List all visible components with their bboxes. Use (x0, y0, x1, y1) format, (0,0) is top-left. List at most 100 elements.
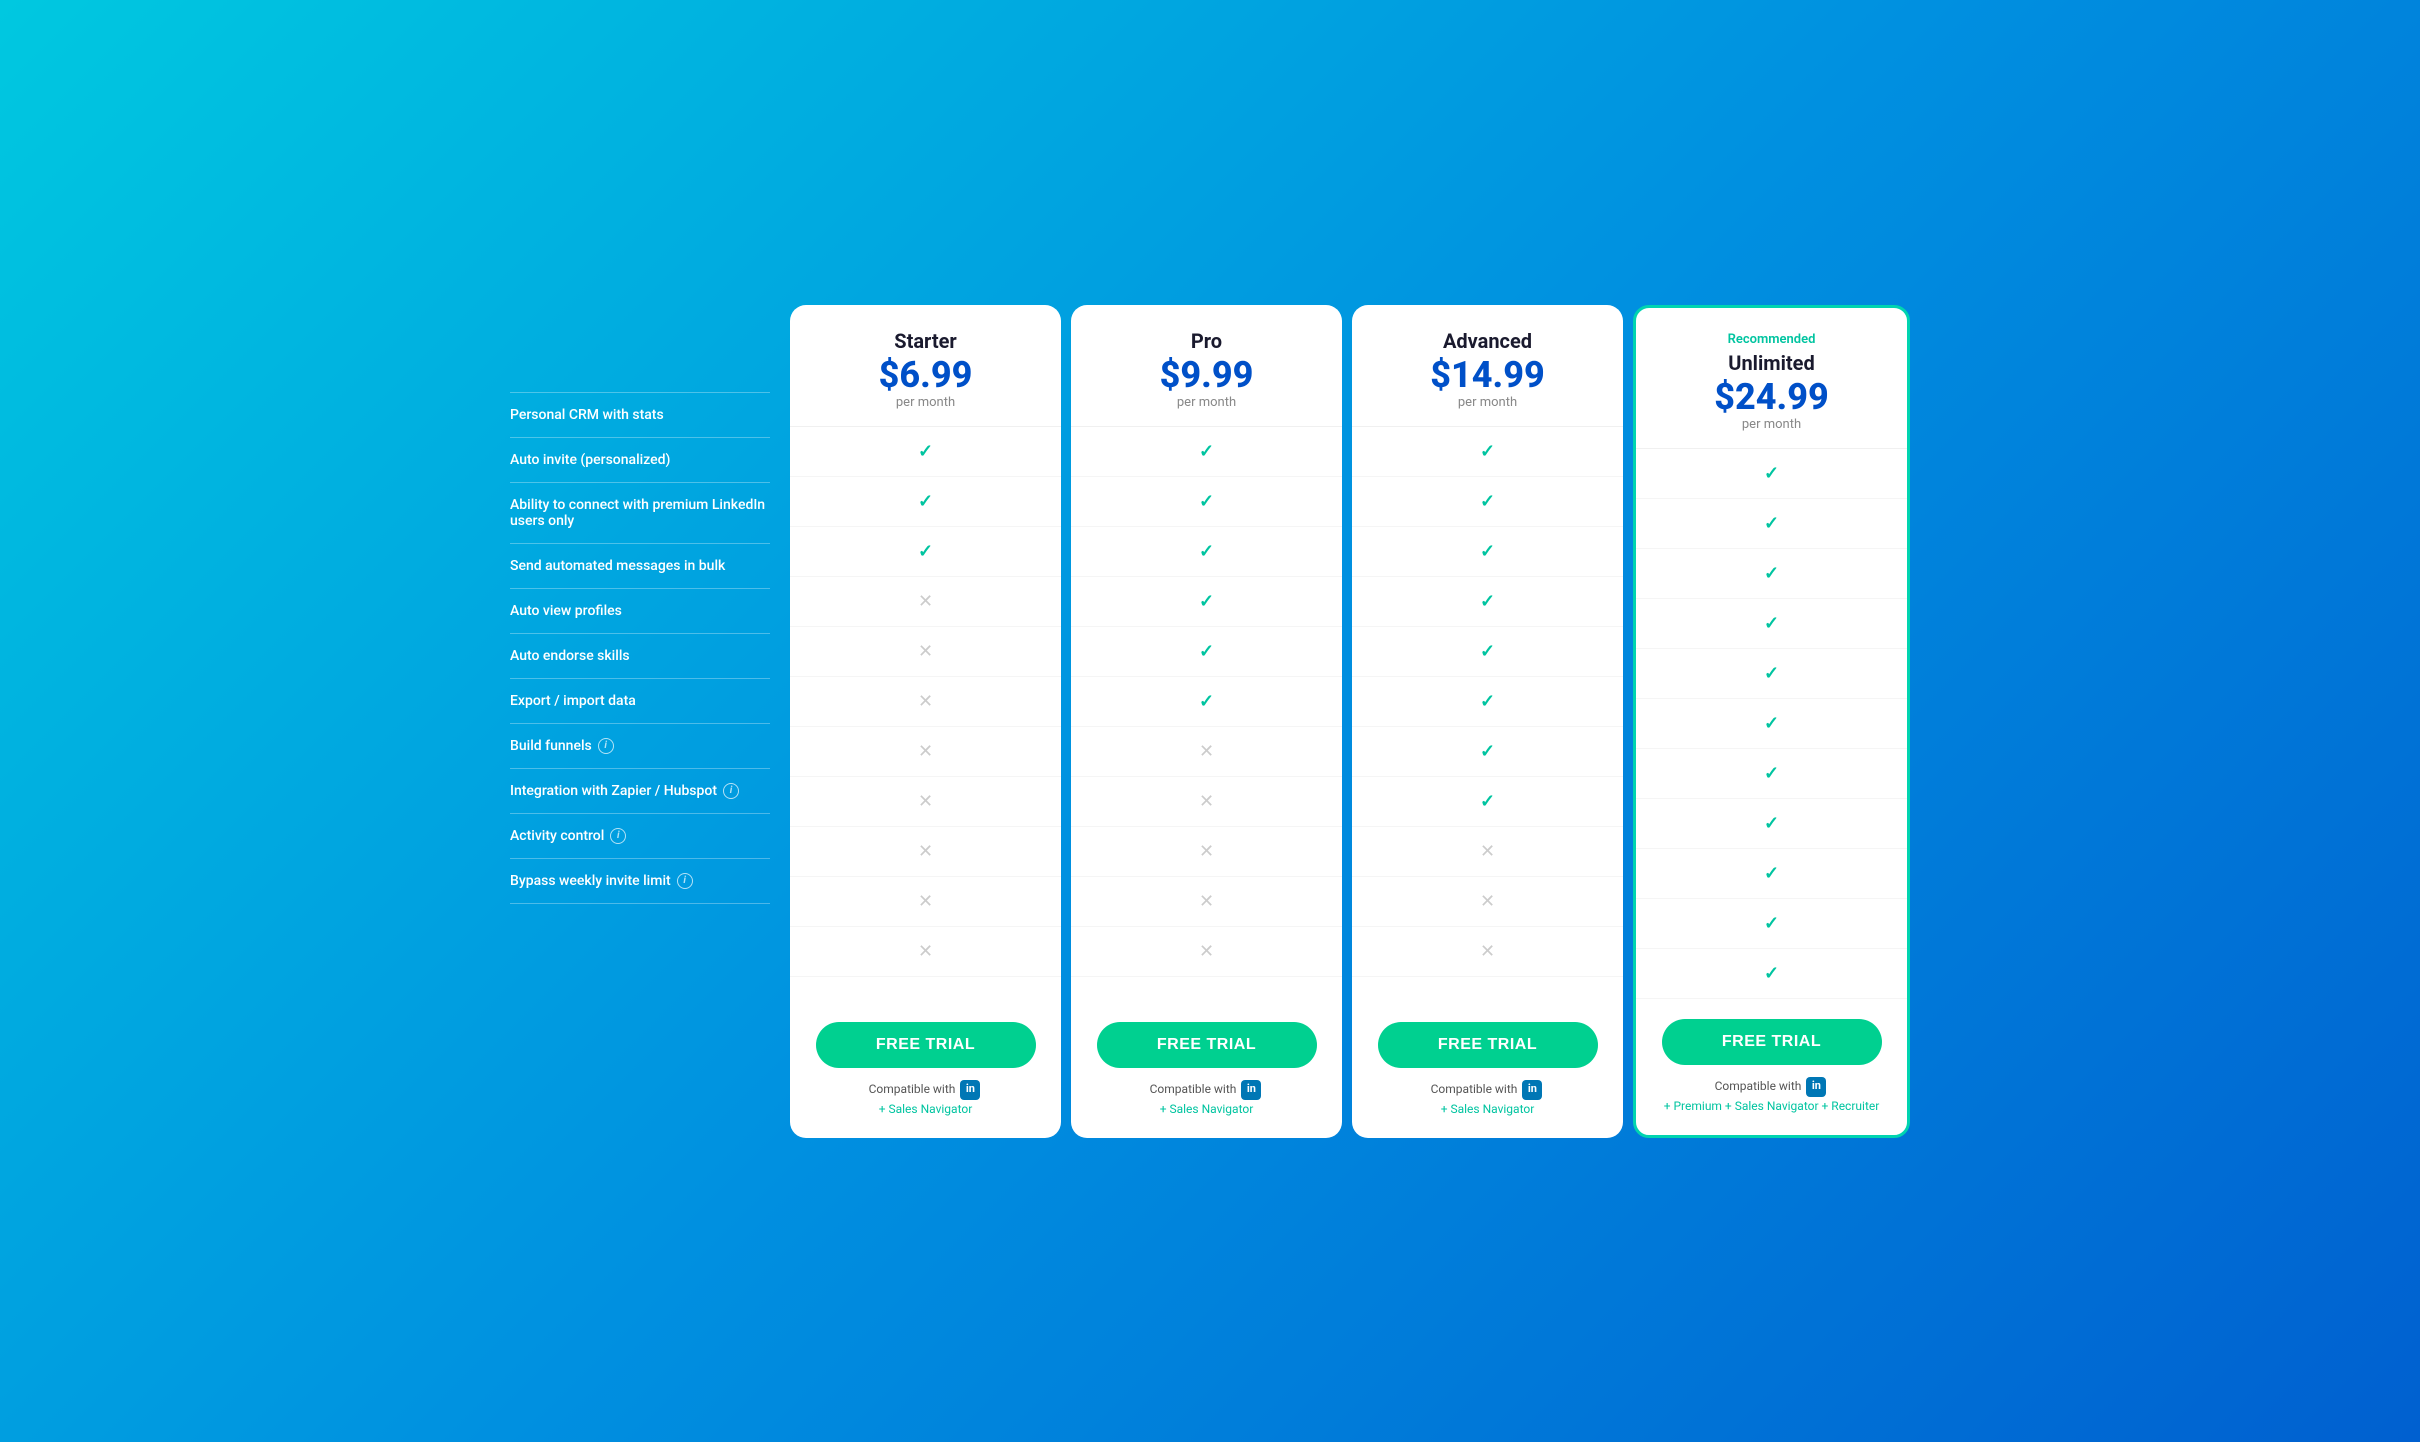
cross-icon: ✕ (918, 941, 933, 962)
feature-cell-advanced-0: ✓ (1352, 427, 1623, 477)
feature-item: Ability to connect with premium LinkedIn… (510, 483, 770, 544)
info-icon[interactable]: i (610, 828, 626, 844)
check-icon: ✓ (1199, 641, 1214, 662)
plan-price-pro: $9.99 (1087, 357, 1326, 393)
check-icon: ✓ (1764, 763, 1779, 784)
feature-cell-starter-10: ✕ (790, 927, 1061, 977)
free-trial-button-starter[interactable]: FREE TRIAL (816, 1022, 1036, 1068)
plan-footer-unlimited: FREE TRIAL Compatible with in+ Premium + … (1636, 999, 1907, 1135)
feature-cell-starter-2: ✓ (790, 527, 1061, 577)
plan-header-starter: Starter$6.99per month (790, 305, 1061, 427)
plan-name-starter: Starter (806, 329, 1045, 353)
cross-icon: ✕ (1199, 741, 1214, 762)
check-icon: ✓ (1199, 491, 1214, 512)
plan-header-pro: Pro$9.99per month (1071, 305, 1342, 427)
cross-icon: ✕ (918, 791, 933, 812)
compat-text-pro: Compatible with in+ Sales Navigator (1150, 1080, 1264, 1118)
cross-icon: ✕ (918, 691, 933, 712)
linkedin-icon: in (1241, 1080, 1261, 1100)
feature-cell-unlimited-10: ✓ (1636, 949, 1907, 999)
compat-extra-label: + Sales Navigator (869, 1100, 983, 1118)
feature-cell-advanced-10: ✕ (1352, 927, 1623, 977)
feature-cell-advanced-1: ✓ (1352, 477, 1623, 527)
feature-cell-advanced-8: ✕ (1352, 827, 1623, 877)
plan-period-unlimited: per month (1652, 417, 1891, 432)
feature-cell-starter-0: ✓ (790, 427, 1061, 477)
feature-label: Integration with Zapier / Hubspot (510, 783, 717, 799)
feature-cell-advanced-4: ✓ (1352, 627, 1623, 677)
plan-period-advanced: per month (1368, 395, 1607, 410)
free-trial-button-unlimited[interactable]: FREE TRIAL (1662, 1019, 1882, 1065)
plan-features-advanced: ✓✓✓✓✓✓✓✓✕✕✕ (1352, 427, 1623, 1002)
check-icon: ✓ (1199, 591, 1214, 612)
feature-cell-starter-1: ✓ (790, 477, 1061, 527)
feature-item: Export / import data (510, 679, 770, 724)
feature-cell-pro-3: ✓ (1071, 577, 1342, 627)
feature-item: Auto view profiles (510, 589, 770, 634)
linkedin-icon: in (1806, 1077, 1826, 1097)
free-trial-button-advanced[interactable]: FREE TRIAL (1378, 1022, 1598, 1068)
info-icon[interactable]: i (723, 783, 739, 799)
feature-cell-pro-6: ✕ (1071, 727, 1342, 777)
feature-cell-pro-10: ✕ (1071, 927, 1342, 977)
free-trial-button-pro[interactable]: FREE TRIAL (1097, 1022, 1317, 1068)
feature-cell-pro-1: ✓ (1071, 477, 1342, 527)
feature-cell-unlimited-2: ✓ (1636, 549, 1907, 599)
cross-icon: ✕ (1199, 941, 1214, 962)
feature-cell-unlimited-8: ✓ (1636, 849, 1907, 899)
feature-cell-unlimited-9: ✓ (1636, 899, 1907, 949)
compat-main-label: Compatible with (869, 1082, 959, 1096)
check-icon: ✓ (1480, 491, 1495, 512)
cross-icon: ✕ (1480, 841, 1495, 862)
check-icon: ✓ (1199, 691, 1214, 712)
feature-cell-pro-4: ✓ (1071, 627, 1342, 677)
check-icon: ✓ (1764, 663, 1779, 684)
plan-price-advanced: $14.99 (1368, 357, 1607, 393)
plans-grid: Starter$6.99per month✓✓✓✕✕✕✕✕✕✕✕FREE TRI… (790, 305, 1910, 1138)
plan-features-unlimited: ✓✓✓✓✓✓✓✓✓✓✓ (1636, 449, 1907, 999)
check-icon: ✓ (1764, 913, 1779, 934)
pricing-container: Personal CRM with stats Auto invite (pers… (510, 305, 1910, 1138)
feature-cell-unlimited-3: ✓ (1636, 599, 1907, 649)
cross-icon: ✕ (1199, 891, 1214, 912)
feature-cell-unlimited-0: ✓ (1636, 449, 1907, 499)
feature-cell-unlimited-1: ✓ (1636, 499, 1907, 549)
feature-label: Export / import data (510, 693, 636, 709)
feature-cell-advanced-2: ✓ (1352, 527, 1623, 577)
feature-label: Auto endorse skills (510, 648, 630, 664)
check-icon: ✓ (1764, 863, 1779, 884)
compat-main-label: Compatible with (1431, 1082, 1521, 1096)
plan-footer-pro: FREE TRIAL Compatible with in+ Sales Navi… (1071, 1002, 1342, 1138)
feature-label: Auto invite (personalized) (510, 452, 670, 468)
compat-main-label: Compatible with (1715, 1079, 1805, 1093)
feature-item: Bypass weekly invite limiti (510, 859, 770, 904)
check-icon: ✓ (1764, 463, 1779, 484)
feature-cell-starter-3: ✕ (790, 577, 1061, 627)
cross-icon: ✕ (1480, 891, 1495, 912)
feature-item: Integration with Zapier / Hubspot i (510, 769, 770, 814)
features-column: Personal CRM with stats Auto invite (pers… (510, 305, 790, 904)
feature-cell-advanced-5: ✓ (1352, 677, 1623, 727)
plan-card-starter: Starter$6.99per month✓✓✓✕✕✕✕✕✕✕✕FREE TRI… (790, 305, 1061, 1138)
plan-footer-starter: FREE TRIALCompatible with in+ Sales Navi… (790, 1002, 1061, 1138)
feature-item: Auto endorse skills (510, 634, 770, 679)
check-icon: ✓ (1480, 741, 1495, 762)
feature-cell-advanced-9: ✕ (1352, 877, 1623, 927)
plan-features-starter: ✓✓✓✕✕✕✕✕✕✕✕ (790, 427, 1061, 1002)
feature-item: Personal CRM with stats (510, 392, 770, 438)
feature-cell-pro-5: ✓ (1071, 677, 1342, 727)
feature-item: Auto invite (personalized) (510, 438, 770, 483)
info-icon[interactable]: i (677, 873, 693, 889)
cross-icon: ✕ (918, 641, 933, 662)
check-icon: ✓ (1480, 641, 1495, 662)
check-icon: ✓ (918, 491, 933, 512)
check-icon: ✓ (1480, 441, 1495, 462)
compat-text-unlimited: Compatible with in+ Premium + Sales Navi… (1664, 1077, 1880, 1115)
plan-header-unlimited: RecommendedUnlimited$24.99per month (1636, 308, 1907, 449)
plan-name-advanced: Advanced (1368, 329, 1607, 353)
page-title (510, 305, 770, 362)
feature-item: Send automated messages in bulk (510, 544, 770, 589)
cross-icon: ✕ (918, 841, 933, 862)
cross-icon: ✕ (918, 741, 933, 762)
info-icon[interactable]: i (598, 738, 614, 754)
